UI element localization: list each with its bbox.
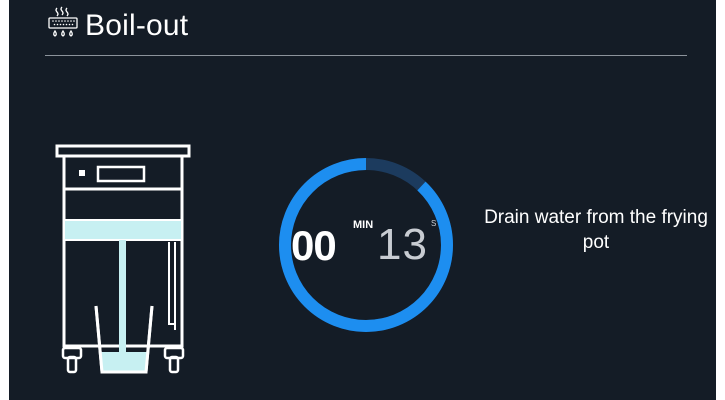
header-divider [45,55,687,56]
instruction-text: Drain water from the frying pot [484,207,708,253]
timer-seconds-label: S [431,219,437,228]
timer-minutes-label: MIN [353,219,374,231]
timer-minutes: 00 [291,222,337,269]
timer-seconds: 13 [377,220,428,269]
page-title: Boil-out [85,9,189,42]
boil-out-screen: Boil-out 00 MIN 13 S Drain water from th… [9,0,716,400]
header: Boil-out [45,6,188,46]
countdown-timer: 00 MIN 13 S [273,152,459,338]
fryer-draining-icon [53,142,203,382]
boil-out-icon [45,6,81,47]
